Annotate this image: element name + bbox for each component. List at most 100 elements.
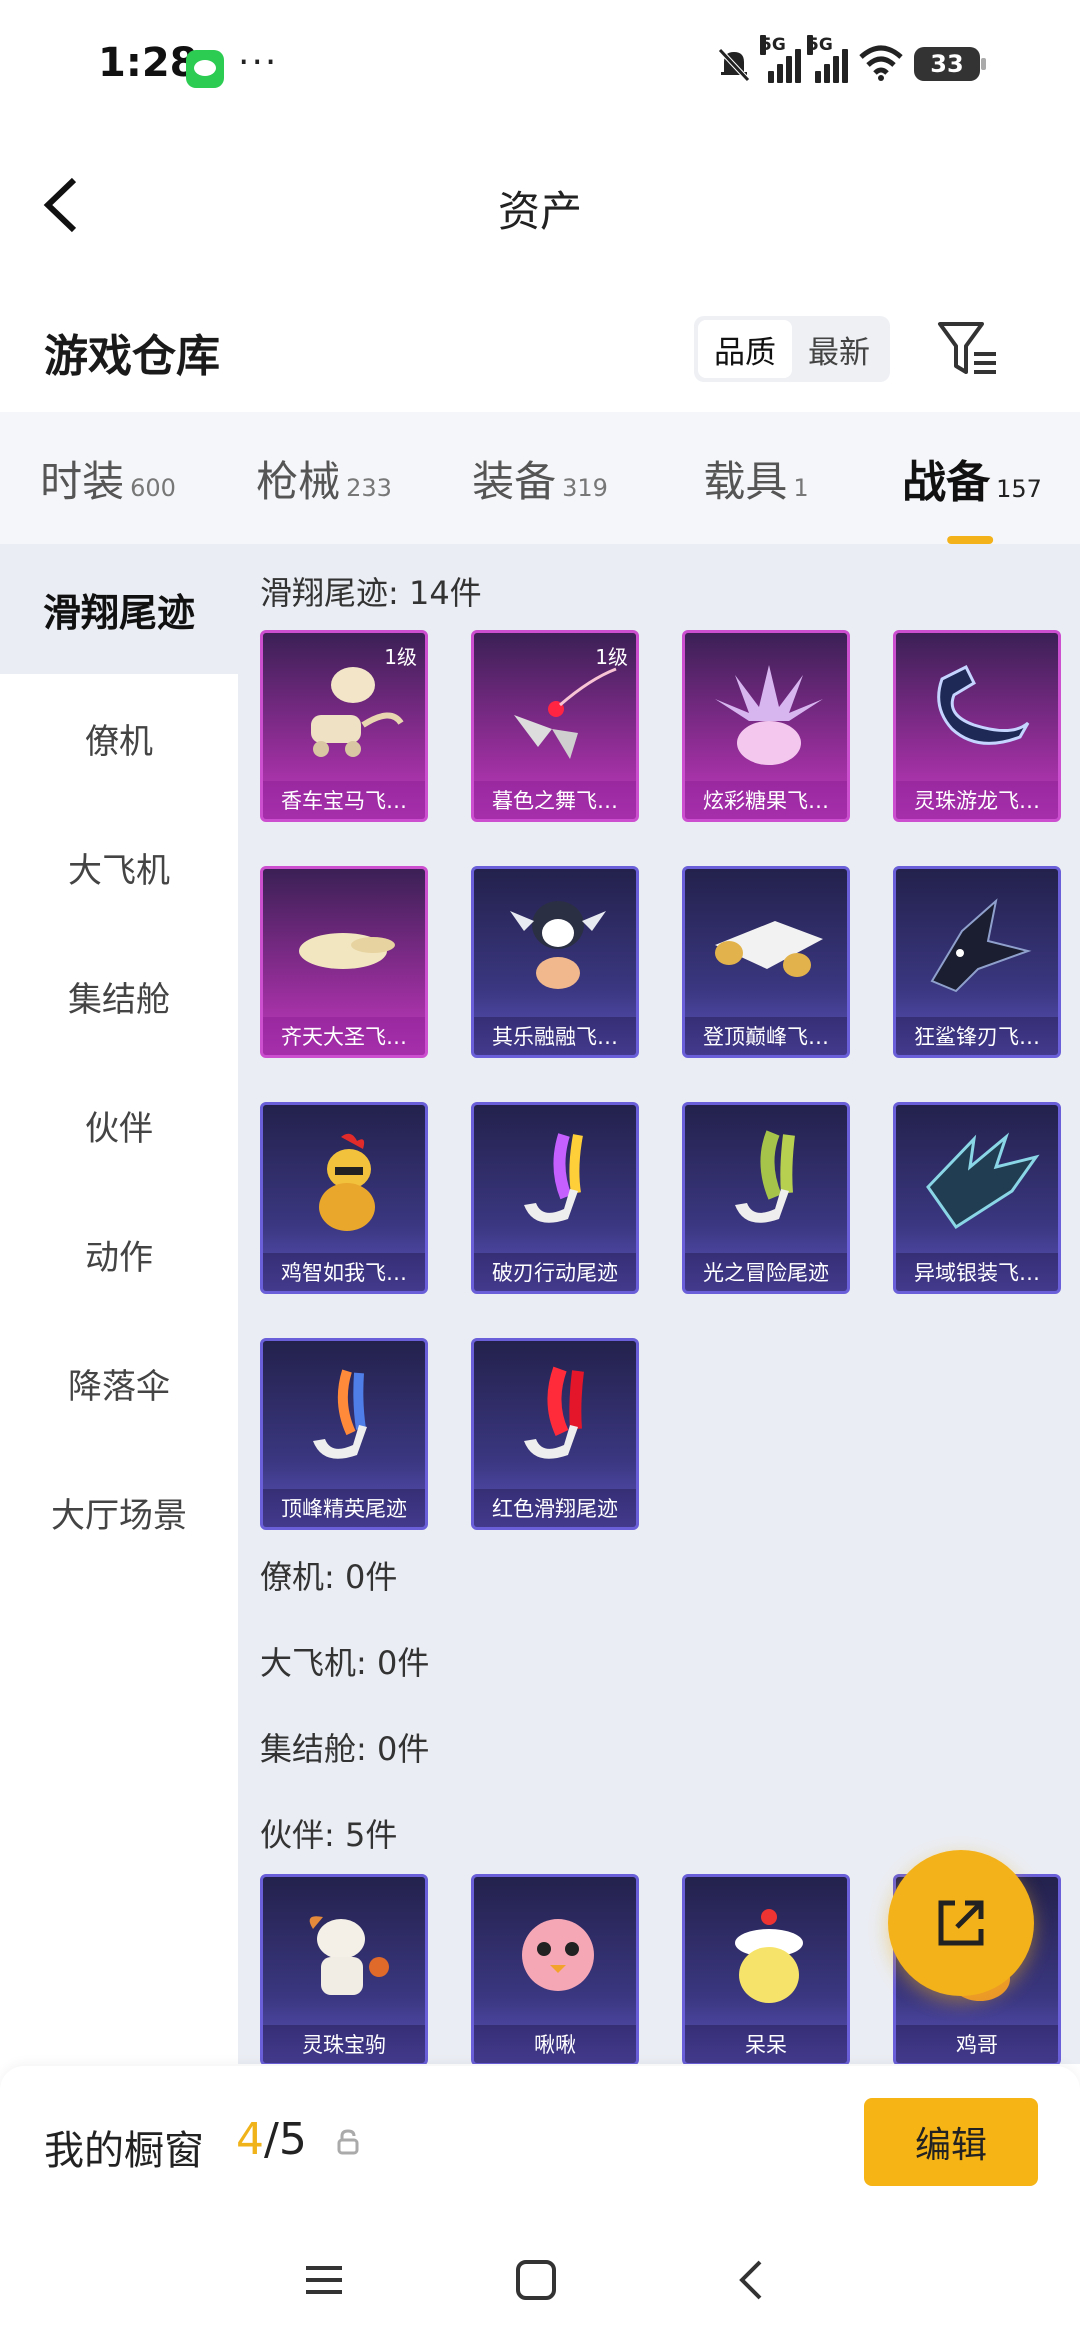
item-art-icon	[735, 1130, 795, 1223]
showcase-title: 我的橱窗	[44, 2128, 204, 2174]
item-card[interactable]: 其乐融融飞…	[471, 866, 639, 1058]
item-card[interactable]: 光之冒险尾迹	[682, 1102, 850, 1294]
sidebar-item-wingman[interactable]: 僚机	[0, 674, 238, 803]
item-name: 鸡哥	[896, 2025, 1058, 2063]
item-card[interactable]: 顶峰精英尾迹	[260, 1338, 428, 1530]
sidebar-item-lobby-scene[interactable]: 大厅场景	[0, 1448, 238, 1577]
sort-quality-option[interactable]: 品质	[698, 320, 792, 378]
item-name: 破刃行动尾迹	[474, 1253, 636, 1291]
page-title: 资产	[497, 187, 582, 236]
section-title-pod: 集结舱: 0件	[260, 1730, 430, 1768]
showcase-bar: 我的橱窗 4/5 编辑	[0, 2066, 1080, 2226]
item-card[interactable]: 灵珠游龙飞…	[893, 630, 1061, 822]
tab-fashion[interactable]: 时装 600	[0, 448, 216, 509]
battery-indicator: 33	[914, 47, 986, 81]
category-tabs: 时装 600 枪械 233 装备 319 载具 1 战备 157	[0, 412, 1080, 544]
sidebar-item-action[interactable]: 动作	[0, 1190, 238, 1319]
active-tab-indicator	[947, 536, 994, 544]
item-name: 灵珠游龙飞…	[896, 781, 1058, 819]
section-title-wingman: 僚机: 0件	[260, 1558, 398, 1596]
warehouse-title: 游戏仓库	[44, 331, 220, 382]
status-time: 1:28	[98, 40, 198, 86]
item-name: 炫彩糖果飞…	[685, 781, 847, 819]
item-card[interactable]: 红色滑翔尾迹	[471, 1338, 639, 1530]
sidebar-item-plane[interactable]: 大飞机	[0, 803, 238, 932]
home-icon[interactable]	[512, 2256, 560, 2304]
item-art-icon	[522, 1919, 594, 1991]
system-nav-bar	[0, 2226, 1080, 2347]
sidebar-item-parachute[interactable]: 降落伞	[0, 1319, 238, 1448]
item-art-icon	[313, 1369, 367, 1459]
item-art-icon	[309, 1916, 389, 1995]
item-art-icon	[926, 1132, 1040, 1230]
edit-button[interactable]: 编辑	[864, 2098, 1038, 2186]
lock-icon	[337, 2129, 359, 2155]
item-card[interactable]: 破刃行动尾迹	[471, 1102, 639, 1294]
section-title-glide: 滑翔尾迹: 14件	[260, 574, 482, 612]
tab-combat-gear[interactable]: 战备 157	[864, 446, 1080, 544]
item-art-icon	[735, 1909, 803, 2003]
sidebar-item-partner[interactable]: 伙伴	[0, 1061, 238, 1190]
sort-toggle: 品质 最新	[694, 316, 890, 382]
item-name: 啾啾	[474, 2025, 636, 2063]
sidebar-item-glide-trail[interactable]: 滑翔尾迹	[0, 544, 238, 674]
tab-vehicles[interactable]: 载具 1	[648, 448, 864, 509]
item-name: 异域银装飞…	[896, 1253, 1058, 1291]
section-title-plane: 大飞机: 0件	[260, 1644, 430, 1682]
item-name: 呆呆	[685, 2025, 847, 2063]
item-level: 1级	[595, 645, 628, 669]
tab-equipment[interactable]: 装备 319	[432, 448, 648, 509]
item-art-icon	[299, 933, 395, 969]
item-name: 鸡智如我飞…	[263, 1253, 425, 1291]
item-name: 暮色之舞飞…	[474, 781, 636, 819]
item-card[interactable]: 1级 香车宝马飞…	[260, 630, 428, 822]
item-level: 1级	[384, 645, 417, 669]
sort-newest-option[interactable]: 最新	[792, 320, 886, 378]
item-art-icon	[937, 664, 1030, 745]
sidebar-item-pod[interactable]: 集结舱	[0, 932, 238, 1061]
item-art-icon	[930, 898, 1032, 993]
item-art-icon	[311, 667, 404, 757]
glide-grid: 1级 香车宝马飞… 1级 暮色之舞飞… 炫彩糖果飞… 灵珠游龙飞… 齐天大圣飞……	[260, 630, 1066, 1530]
tab-weapons[interactable]: 枪械 233	[216, 448, 432, 509]
section-title-partner: 伙伴: 5件	[260, 1816, 398, 1854]
item-name: 顶峰精英尾迹	[263, 1489, 425, 1527]
item-art-icon	[524, 1366, 584, 1459]
status-bar: 1:28 ··· 5G 5G 33	[0, 0, 1080, 140]
filter-icon[interactable]	[934, 314, 1004, 384]
sidebar: 滑翔尾迹 僚机 大飞机 集结舱 伙伴 动作 降落伞 大厅场景	[0, 544, 238, 2064]
more-notifications-icon: ···	[238, 42, 279, 83]
item-card[interactable]: 啾啾	[471, 1874, 639, 2064]
item-card[interactable]: 异域银装飞…	[893, 1102, 1061, 1294]
item-card[interactable]: 1级 暮色之舞飞…	[471, 630, 639, 822]
item-name: 红色滑翔尾迹	[474, 1489, 636, 1527]
item-name: 光之冒险尾迹	[685, 1253, 847, 1291]
item-name: 香车宝马飞…	[263, 781, 425, 819]
item-card[interactable]: 登顶巅峰飞…	[682, 866, 850, 1058]
share-button[interactable]	[888, 1850, 1034, 1996]
item-card[interactable]: 齐天大圣飞…	[260, 866, 428, 1058]
back-nav-icon[interactable]	[728, 2256, 776, 2304]
item-card[interactable]: 鸡智如我飞…	[260, 1102, 428, 1294]
warehouse-row: 游戏仓库 品质 最新	[0, 300, 1080, 410]
header: 资产	[0, 140, 1080, 270]
item-name: 齐天大圣飞…	[263, 1017, 425, 1055]
item-card[interactable]: 狂鲨锋刃飞…	[893, 866, 1061, 1058]
item-art-icon	[715, 665, 823, 765]
item-art-icon	[514, 667, 617, 759]
item-name: 登顶巅峰飞…	[685, 1017, 847, 1055]
item-card[interactable]: 呆呆	[682, 1874, 850, 2064]
status-icons: 5G 5G 33	[714, 35, 986, 84]
item-art-icon	[510, 901, 606, 989]
menu-icon[interactable]	[300, 2256, 348, 2304]
wifi-icon	[859, 45, 903, 81]
item-name: 狂鲨锋刃飞…	[896, 1017, 1058, 1055]
item-art-icon	[524, 1133, 583, 1223]
mute-bell-icon	[718, 48, 750, 82]
wechat-icon	[186, 50, 224, 88]
item-name: 其乐融融飞…	[474, 1017, 636, 1055]
item-card[interactable]: 炫彩糖果飞…	[682, 630, 850, 822]
item-art-icon	[319, 1133, 375, 1231]
showcase-count: 4/5	[236, 2114, 307, 2165]
item-card[interactable]: 灵珠宝驹	[260, 1874, 428, 2064]
